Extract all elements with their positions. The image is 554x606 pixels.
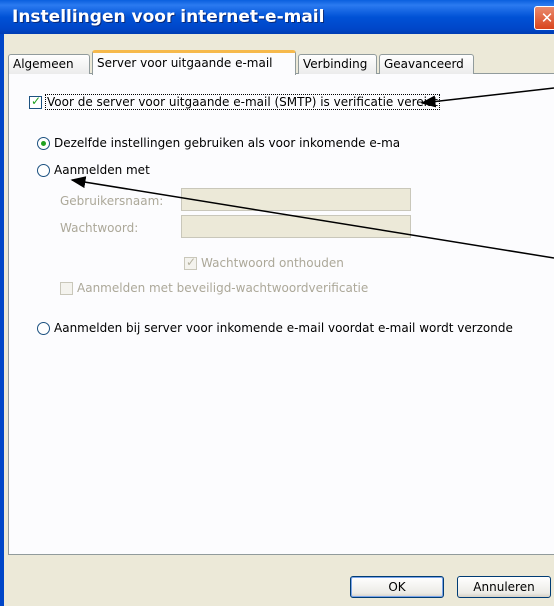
spa-label: Aanmelden met beveiligd-wachtwoordverifi… (77, 281, 369, 295)
login-incoming-radio[interactable] (37, 322, 50, 335)
window-frame (0, 34, 4, 606)
password-field[interactable] (181, 215, 411, 238)
same-settings-label[interactable]: Dezelfde instellingen gebruiken als voor… (54, 136, 400, 150)
tab-label: Algemeen (13, 57, 74, 71)
login-with-label[interactable]: Aanmelden met (54, 163, 150, 177)
radio-dot-icon (41, 141, 46, 146)
tab-verbinding[interactable]: Verbinding (298, 54, 377, 74)
smtp-auth-label[interactable]: Voor de server voor uitgaande e-mail (SM… (45, 94, 440, 110)
smtp-auth-text: Voor de server voor uitgaande e-mail (SM… (45, 94, 440, 110)
username-label: Gebruikersnaam: (60, 194, 164, 208)
remember-password-checkbox[interactable]: ✓ (184, 255, 197, 270)
smtp-auth-checkbox[interactable]: ✓ (29, 94, 42, 109)
login-incoming-label[interactable]: Aanmelden bij server voor inkomende e-ma… (54, 321, 513, 335)
tab-label: Verbinding (303, 57, 368, 71)
close-button[interactable]: ✕ (534, 6, 554, 30)
title-bar: Instellingen voor internet-e-mail (0, 0, 554, 34)
remember-password-label: Wachtwoord onthouden (201, 256, 344, 270)
same-settings-radio[interactable] (37, 137, 50, 150)
tab-server-uitgaand[interactable]: Server voor uitgaande e-mail (92, 50, 296, 75)
dialog-title: Instellingen voor internet-e-mail (12, 7, 325, 27)
cancel-button[interactable]: Annuleren (457, 576, 551, 598)
spa-checkbox[interactable] (60, 282, 73, 295)
checkmark-icon: ✓ (31, 94, 42, 108)
tab-algemeen[interactable]: Algemeen (8, 54, 90, 74)
close-icon: ✕ (540, 9, 554, 27)
ok-button[interactable]: OK (350, 576, 444, 598)
login-with-radio[interactable] (37, 164, 50, 177)
tab-label: Geavanceerd (384, 57, 464, 71)
password-label: Wachtwoord: (60, 221, 139, 235)
tab-geavanceerd[interactable]: Geavanceerd (379, 54, 474, 74)
dialog-window: Instellingen voor internet-e-mail ✕ Alge… (0, 0, 554, 606)
username-field[interactable] (181, 188, 411, 211)
checkmark-icon: ✓ (186, 255, 197, 269)
tab-label: Server voor uitgaande e-mail (97, 56, 273, 70)
